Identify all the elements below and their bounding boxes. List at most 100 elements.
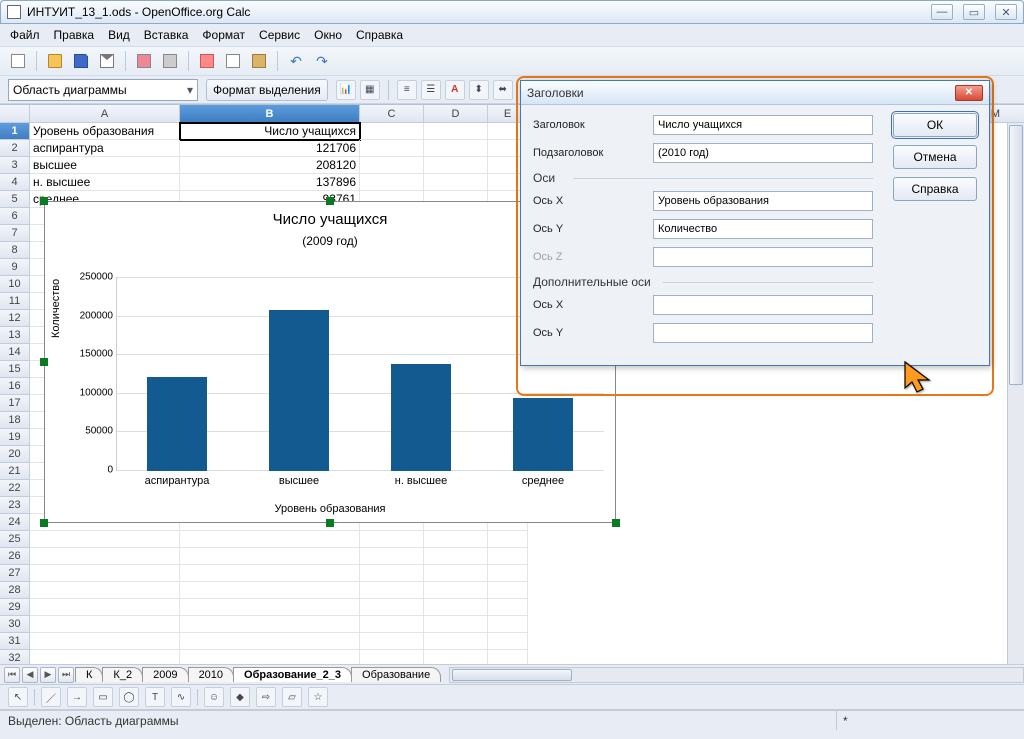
cell[interactable] bbox=[488, 599, 528, 616]
cell[interactable] bbox=[424, 174, 488, 191]
cell[interactable] bbox=[360, 616, 424, 633]
col-header-B[interactable]: B bbox=[180, 105, 360, 122]
cell[interactable] bbox=[180, 582, 360, 599]
menu-edit[interactable]: Правка bbox=[54, 28, 95, 42]
cell[interactable]: Число учащихся bbox=[180, 123, 360, 140]
row-header[interactable]: 19 bbox=[0, 429, 30, 446]
row-header[interactable]: 30 bbox=[0, 616, 30, 633]
row-header[interactable]: 17 bbox=[0, 395, 30, 412]
row-header[interactable]: 24 bbox=[0, 514, 30, 531]
curve-icon[interactable]: ∿ bbox=[171, 687, 191, 707]
row-header[interactable]: 4 bbox=[0, 174, 30, 191]
cell[interactable] bbox=[180, 565, 360, 582]
cell[interactable] bbox=[180, 633, 360, 650]
input-axis-y[interactable] bbox=[653, 219, 873, 239]
cell[interactable] bbox=[360, 548, 424, 565]
cell[interactable]: 121706 bbox=[180, 140, 360, 157]
cell[interactable] bbox=[360, 599, 424, 616]
stars-icon[interactable]: ☆ bbox=[308, 687, 328, 707]
line-icon[interactable]: ／ bbox=[41, 687, 61, 707]
horizontal-scrollbar[interactable] bbox=[449, 667, 1024, 683]
row-header[interactable]: 22 bbox=[0, 480, 30, 497]
cell[interactable] bbox=[360, 565, 424, 582]
arrow-icon[interactable]: → bbox=[67, 687, 87, 707]
tab-nav-prev[interactable]: ◀ bbox=[22, 667, 38, 683]
row-header[interactable]: 12 bbox=[0, 310, 30, 327]
cell[interactable] bbox=[180, 599, 360, 616]
cell[interactable] bbox=[424, 140, 488, 157]
vertical-scrollbar[interactable] bbox=[1007, 123, 1024, 664]
minimize-button[interactable]: ― bbox=[931, 4, 953, 20]
tab-nav-first[interactable]: ⏮ bbox=[4, 667, 20, 683]
cell[interactable] bbox=[180, 616, 360, 633]
cell[interactable] bbox=[360, 140, 424, 157]
row-header[interactable]: 9 bbox=[0, 259, 30, 276]
chart-grid-icon[interactable]: ▦ bbox=[360, 80, 380, 100]
cell[interactable] bbox=[360, 633, 424, 650]
text-icon[interactable]: A bbox=[445, 80, 465, 100]
format-selection-button[interactable]: Формат выделения bbox=[206, 79, 328, 101]
row-header[interactable]: 8 bbox=[0, 242, 30, 259]
cell[interactable] bbox=[488, 582, 528, 599]
row-header[interactable]: 14 bbox=[0, 344, 30, 361]
cell[interactable] bbox=[424, 582, 488, 599]
row-header[interactable]: 26 bbox=[0, 548, 30, 565]
cell[interactable] bbox=[360, 157, 424, 174]
sheet-tab[interactable]: Образование bbox=[351, 667, 441, 682]
cell[interactable] bbox=[30, 548, 180, 565]
input-subtitle[interactable] bbox=[653, 143, 873, 163]
text-frame-icon[interactable]: T bbox=[145, 687, 165, 707]
cell[interactable] bbox=[424, 157, 488, 174]
mail-button[interactable] bbox=[97, 51, 117, 71]
input-title[interactable] bbox=[653, 115, 873, 135]
row-header[interactable]: 7 bbox=[0, 225, 30, 242]
callout-icon[interactable]: ☺ bbox=[204, 687, 224, 707]
cell[interactable] bbox=[360, 123, 424, 140]
row-header[interactable]: 13 bbox=[0, 327, 30, 344]
open-button[interactable] bbox=[45, 51, 65, 71]
align-left-icon[interactable]: ≡ bbox=[397, 80, 417, 100]
arrows-icon[interactable]: ⇨ bbox=[256, 687, 276, 707]
chart-bars-icon[interactable]: ⬍ bbox=[469, 80, 489, 100]
redo-button[interactable]: ↷ bbox=[312, 51, 332, 71]
row-header[interactable]: 6 bbox=[0, 208, 30, 225]
print-button[interactable] bbox=[160, 51, 180, 71]
row-header[interactable]: 16 bbox=[0, 378, 30, 395]
shapes-icon[interactable]: ◆ bbox=[230, 687, 250, 707]
cell[interactable] bbox=[488, 650, 528, 664]
row-header[interactable]: 3 bbox=[0, 157, 30, 174]
ok-button[interactable]: ОК bbox=[893, 113, 977, 137]
row-header[interactable]: 5 bbox=[0, 191, 30, 208]
sheet-tab[interactable]: 2010 bbox=[188, 667, 234, 682]
row-header[interactable]: 31 bbox=[0, 633, 30, 650]
cell[interactable] bbox=[30, 650, 180, 664]
sheet-tab[interactable]: К bbox=[75, 667, 103, 682]
cell[interactable] bbox=[360, 582, 424, 599]
sheet-tab[interactable]: К_2 bbox=[102, 667, 143, 682]
cell[interactable] bbox=[30, 582, 180, 599]
cell[interactable]: 208120 bbox=[180, 157, 360, 174]
copy-button[interactable] bbox=[223, 51, 243, 71]
row-header[interactable]: 32 bbox=[0, 650, 30, 664]
row-header[interactable]: 29 bbox=[0, 599, 30, 616]
row-header[interactable]: 18 bbox=[0, 412, 30, 429]
cell[interactable] bbox=[30, 633, 180, 650]
menu-format[interactable]: Формат bbox=[202, 28, 245, 42]
cell[interactable] bbox=[424, 565, 488, 582]
row-header[interactable]: 23 bbox=[0, 497, 30, 514]
cell[interactable]: 137896 bbox=[180, 174, 360, 191]
menu-insert[interactable]: Вставка bbox=[144, 28, 189, 42]
paste-button[interactable] bbox=[249, 51, 269, 71]
cell[interactable] bbox=[424, 633, 488, 650]
rect-icon[interactable]: ▭ bbox=[93, 687, 113, 707]
ellipse-icon[interactable]: ◯ bbox=[119, 687, 139, 707]
menu-help[interactable]: Справка bbox=[356, 28, 403, 42]
row-header[interactable]: 1 bbox=[0, 123, 30, 140]
cell[interactable] bbox=[180, 531, 360, 548]
cell[interactable] bbox=[30, 599, 180, 616]
new-document-button[interactable] bbox=[8, 51, 28, 71]
cell[interactable] bbox=[360, 174, 424, 191]
cell[interactable] bbox=[424, 650, 488, 664]
cell[interactable]: н. высшее bbox=[30, 174, 180, 191]
cell[interactable]: аспирантура bbox=[30, 140, 180, 157]
